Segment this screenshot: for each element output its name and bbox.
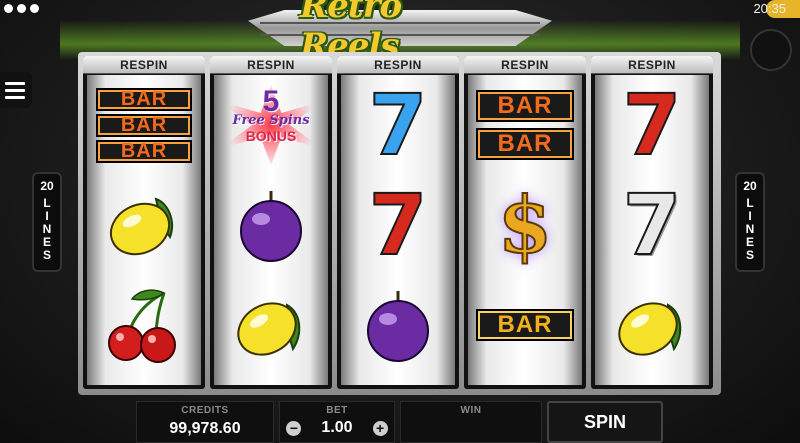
bonus-free-spins-text: Free Spins	[232, 113, 310, 128]
bar-double-symbol: BAR BAR	[468, 75, 582, 175]
menu-icon-line	[5, 95, 25, 99]
seven-label: 7	[368, 176, 428, 274]
signal-dots-icon	[4, 4, 39, 13]
credits-panel: CREDITS 99,978.60	[136, 401, 274, 443]
lines-badge-right: 20 L I N E S	[735, 172, 765, 272]
bar-label: BAR	[476, 90, 574, 122]
lemon-symbol	[87, 175, 201, 275]
bar-label: BAR	[96, 139, 192, 163]
credits-label: CREDITS	[181, 405, 229, 416]
plum-symbol	[341, 275, 455, 375]
spin-button[interactable]: SPIN	[547, 401, 663, 443]
plum-icon	[367, 291, 429, 362]
lemon-icon	[237, 302, 301, 356]
status-time: 20:35	[753, 1, 786, 16]
cherry-icon	[108, 289, 176, 363]
seven-label: 7	[368, 76, 428, 174]
plum-symbol	[214, 175, 328, 275]
lines-letter: S	[42, 248, 51, 262]
dollar-label: $	[497, 179, 553, 272]
seven-label: 7	[622, 176, 682, 274]
game-logo: Retro Reels	[300, 0, 402, 66]
reel-1: RESPIN BAR BAR BAR	[83, 56, 205, 389]
bar-label: BAR	[476, 128, 574, 160]
bar-label: BAR	[476, 309, 574, 341]
respin-button[interactable]: RESPIN	[83, 56, 205, 74]
cherry-symbol	[87, 275, 201, 375]
reel-3: RESPIN 7 7	[337, 56, 459, 389]
seven-blue-symbol: 7	[341, 75, 455, 175]
bet-decrease-button[interactable]: −	[286, 420, 302, 436]
lemon-icon	[618, 302, 682, 356]
reel-4: RESPIN BAR BAR $ BAR	[464, 56, 586, 389]
reel-strip: 7 7	[595, 75, 709, 385]
bonus-symbol: 5 Free Spins BONUS	[214, 75, 328, 175]
reel-strip: BAR BAR BAR	[87, 75, 201, 385]
reel-5: RESPIN 7 7	[591, 56, 713, 389]
bar-single-symbol: BAR	[468, 275, 582, 375]
reel-strip: 7 7	[341, 75, 455, 385]
menu-button[interactable]	[0, 72, 32, 108]
bonus-text: BONUS	[245, 128, 297, 144]
seven-red-symbol: 7	[595, 75, 709, 175]
plum-icon	[240, 191, 302, 262]
lemon-symbol	[214, 275, 328, 375]
reel-strip: BAR BAR $ BAR	[468, 75, 582, 385]
menu-icon-line	[5, 88, 25, 92]
seven-silver-symbol: 7	[595, 175, 709, 275]
reel-strip: 5 Free Spins BONUS	[214, 75, 328, 385]
seven-red-symbol: 7	[341, 175, 455, 275]
lines-letter: S	[745, 248, 754, 262]
seven-label: 7	[622, 76, 682, 174]
credits-value: 99,978.60	[169, 420, 241, 437]
reel-2: RESPIN 5 Free Spins BONUS	[210, 56, 332, 389]
bet-label: BET	[326, 405, 348, 416]
respin-button[interactable]: RESPIN	[337, 56, 459, 74]
bet-increase-button[interactable]: +	[372, 420, 388, 436]
reel-frame: RESPIN BAR BAR BAR RESPIN 5 Free Spins B…	[78, 52, 721, 395]
dollar-symbol: $	[468, 175, 582, 275]
menu-icon-line	[5, 81, 25, 85]
respin-button[interactable]: RESPIN	[464, 56, 586, 74]
bar-label: BAR	[96, 87, 192, 111]
win-label: WIN	[460, 405, 482, 416]
bar-label: BAR	[96, 113, 192, 137]
bar-triple-symbol: BAR BAR BAR	[87, 75, 201, 175]
respin-button[interactable]: RESPIN	[591, 56, 713, 74]
bet-panel: BET − 1.00 +	[279, 401, 395, 443]
lines-number: 20	[743, 179, 757, 193]
win-panel: WIN	[400, 401, 542, 443]
autoplay-button[interactable]	[750, 29, 792, 71]
lemon-symbol	[595, 275, 709, 375]
lines-badge-left: 20 L I N E S	[32, 172, 62, 272]
respin-button[interactable]: RESPIN	[210, 56, 332, 74]
lemon-icon	[109, 197, 174, 256]
bet-value: 1.00	[321, 419, 353, 436]
lines-number: 20	[40, 179, 54, 193]
